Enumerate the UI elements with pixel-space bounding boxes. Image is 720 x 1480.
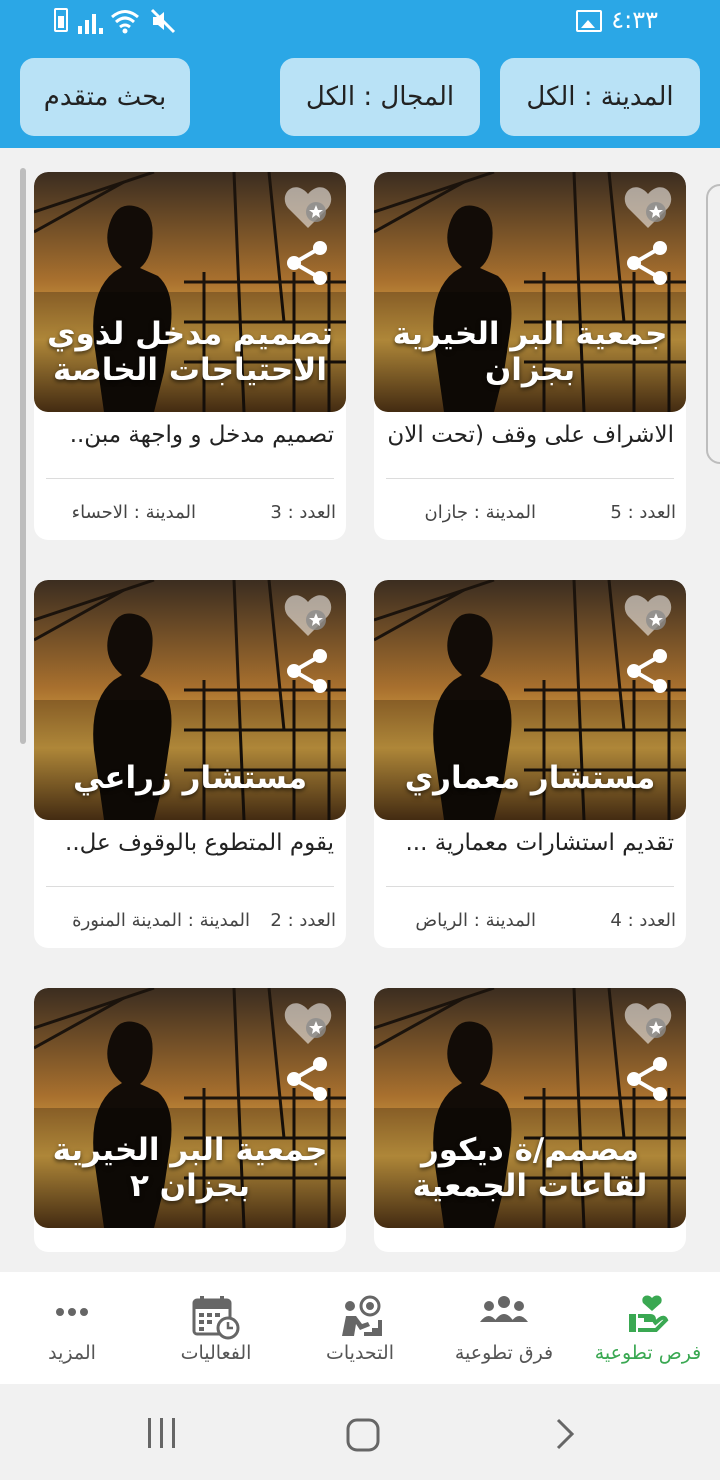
count-label: العدد : (627, 910, 676, 931)
card-description: تقديم استشارات معمارية ... (405, 830, 674, 856)
favorite-icon[interactable] (622, 590, 674, 642)
challenges-icon (336, 1294, 384, 1342)
card-image[interactable]: مصمم/ة ديكور لقاعات الجمعية (374, 988, 686, 1228)
favorite-icon[interactable] (622, 998, 674, 1050)
tab-challenges[interactable]: التحديات (288, 1272, 432, 1384)
wifi-icon (110, 8, 140, 39)
edge-panel-handle[interactable] (706, 184, 720, 464)
more-icon (54, 1294, 90, 1328)
card-title: جمعية البر الخيرية بجزان (392, 316, 668, 388)
field-filter-button[interactable]: المجال : الكل (280, 58, 480, 136)
opportunity-card[interactable]: جمعية البر الخيرية بجزان ٢ (34, 988, 346, 1252)
battery-icon (54, 8, 68, 32)
card-divider (46, 478, 334, 479)
status-time: ٤:٣٣ (611, 6, 658, 34)
favorite-icon[interactable] (282, 590, 334, 642)
card-title: مستشار زراعي (72, 760, 308, 796)
city-value: المدينة المنورة (72, 910, 183, 931)
favorite-icon[interactable] (282, 998, 334, 1050)
image-notification-icon (576, 10, 602, 32)
tab-volunteer-teams[interactable]: فرق تطوعية (432, 1272, 576, 1384)
card-city: المدينة : المدينة المنورة (72, 910, 250, 931)
share-icon[interactable] (622, 646, 672, 696)
card-divider (46, 886, 334, 887)
card-description: الاشراف على وقف (تحت الان.. (386, 422, 674, 448)
tab-more[interactable]: المزيد (0, 1272, 144, 1384)
tab-label: المزيد (48, 1342, 96, 1364)
card-title: جمعية البر الخيرية بجزان ٢ (52, 1132, 328, 1204)
card-image[interactable]: مستشار زراعي (34, 580, 346, 820)
card-description: يقوم المتطوع بالوقوف عل.. (65, 830, 334, 856)
status-bar: ٤:٣٣ (0, 0, 720, 44)
card-description: تصميم مدخل و واجهة مبن.. (69, 422, 334, 448)
card-count: العدد : 3 (270, 502, 336, 523)
tab-label: التحديات (325, 1342, 394, 1364)
opportunity-card[interactable]: مصمم/ة ديكور لقاعات الجمعية (374, 988, 686, 1252)
share-icon[interactable] (282, 646, 332, 696)
opportunity-card[interactable]: مستشار معماري تقديم استشارات معمارية ...… (374, 580, 686, 948)
calendar-events-icon (192, 1294, 240, 1344)
share-icon[interactable] (282, 238, 332, 288)
share-icon[interactable] (622, 1054, 672, 1104)
city-label: المدينة : (187, 910, 250, 931)
count-value: 2 (270, 910, 282, 931)
count-label: العدد : (287, 910, 336, 931)
city-value: الاحساء (71, 502, 129, 523)
system-navigation-bar (0, 1384, 720, 1480)
city-label: المدينة : (473, 502, 536, 523)
teams-icon (479, 1294, 529, 1328)
scrollbar[interactable] (20, 168, 26, 744)
tab-label: الفعاليات (180, 1342, 252, 1364)
count-value: 5 (610, 502, 622, 523)
city-label: المدينة : (473, 910, 536, 931)
card-image[interactable]: مستشار معماري (374, 580, 686, 820)
opportunity-card[interactable]: جمعية البر الخيرية بجزان الاشراف على وقف… (374, 172, 686, 540)
city-filter-button[interactable]: المدينة : الكل (500, 58, 700, 136)
mute-icon (150, 8, 176, 39)
share-icon[interactable] (282, 1054, 332, 1104)
card-image[interactable]: تصميم مدخل لذوي الاحتياجات الخاصة (34, 172, 346, 412)
tab-volunteer-opportunities[interactable]: فرص تطوعية (576, 1272, 720, 1384)
card-title: مصمم/ة ديكور لقاعات الجمعية (412, 1132, 648, 1204)
card-city: المدينة : الرياض (415, 910, 536, 931)
count-value: 4 (610, 910, 622, 931)
signal-icon (78, 8, 104, 34)
card-title: مستشار معماري (404, 760, 656, 796)
tab-label: فرق تطوعية (454, 1342, 554, 1364)
back-icon[interactable] (554, 1418, 576, 1454)
tab-label: فرص تطوعية (594, 1342, 702, 1364)
share-icon[interactable] (622, 238, 672, 288)
opportunity-card[interactable]: مستشار زراعي يقوم المتطوع بالوقوف عل.. ا… (34, 580, 346, 948)
card-image[interactable]: جمعية البر الخيرية بجزان (374, 172, 686, 412)
card-count: العدد : 2 (270, 910, 336, 931)
volunteer-hand-heart-icon (626, 1294, 670, 1338)
city-value: جازان (424, 502, 469, 523)
count-label: العدد : (287, 502, 336, 523)
card-city: المدينة : جازان (425, 502, 536, 523)
card-divider (386, 478, 674, 479)
card-count: العدد : 4 (610, 910, 676, 931)
card-image[interactable]: جمعية البر الخيرية بجزان ٢ (34, 988, 346, 1228)
count-value: 3 (270, 502, 282, 523)
card-divider (386, 886, 674, 887)
favorite-icon[interactable] (622, 182, 674, 234)
advanced-search-button[interactable]: بحث متقدم (20, 58, 190, 136)
recent-apps-icon[interactable] (146, 1418, 178, 1452)
favorite-icon[interactable] (282, 182, 334, 234)
home-icon[interactable] (346, 1418, 380, 1456)
count-label: العدد : (627, 502, 676, 523)
bottom-navigation: فرص تطوعية فرق تطوعية التحديات الفعاليات… (0, 1272, 720, 1384)
tab-events[interactable]: الفعاليات (144, 1272, 288, 1384)
card-title: تصميم مدخل لذوي الاحتياجات الخاصة (47, 316, 333, 388)
opportunity-card[interactable]: تصميم مدخل لذوي الاحتياجات الخاصة تصميم … (34, 172, 346, 540)
city-value: الرياض (415, 910, 469, 931)
card-count: العدد : 5 (610, 502, 676, 523)
card-city: المدينة : الاحساء (72, 502, 196, 523)
city-label: المدينة : (133, 502, 196, 523)
app-header: ٤:٣٣ المدينة : الكل المجال : الكل بحث مت… (0, 0, 720, 148)
